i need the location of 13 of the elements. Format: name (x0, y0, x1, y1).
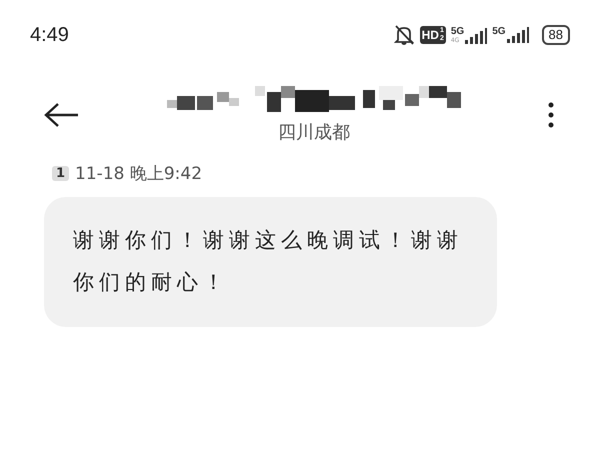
message-time: 11-18 晚上9:42 (75, 163, 202, 185)
network-label: 5G (450, 26, 464, 36)
signal-icon (465, 28, 488, 44)
status-time: 4:49 (30, 24, 69, 46)
sim-badge: 1 (52, 166, 70, 181)
network-label: 5G (492, 27, 506, 37)
back-arrow-icon[interactable] (44, 102, 80, 128)
battery-indicator: 88 (542, 25, 570, 45)
signal-icon (506, 27, 529, 43)
more-menu-icon[interactable] (548, 102, 554, 128)
contact-location: 四川成都 (278, 121, 350, 144)
message-text: 谢谢你们！谢谢这么晚调试！谢谢你们的耐心！ (73, 227, 464, 296)
bell-off-icon (392, 24, 415, 46)
